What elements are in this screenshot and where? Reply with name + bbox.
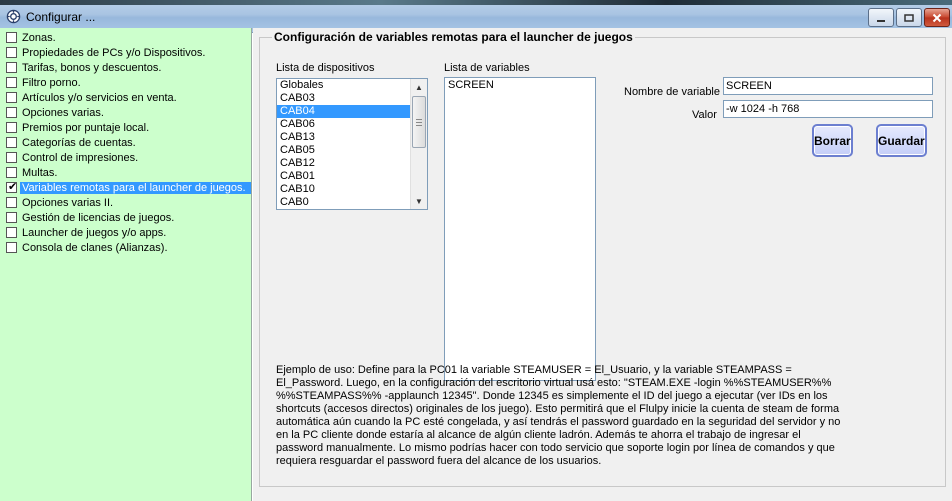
sidebar-item-label: Propiedades de PCs y/o Dispositivos. [22,46,206,59]
sidebar-item-clanes[interactable]: Consola de clanes (Alianzas). [0,240,251,255]
list-item[interactable]: CAB0 [277,196,411,209]
list-item[interactable]: CAB12 [277,157,411,170]
checkbox[interactable] [6,77,17,88]
sidebar-item-opciones[interactable]: Opciones varias. [0,105,251,120]
checkbox[interactable]: ✔ [6,181,18,193]
sidebar-item-premios[interactable]: Premios por puntaje local. [0,120,251,135]
scroll-up-icon[interactable]: ▲ [411,79,427,95]
checkbox[interactable] [6,227,17,238]
sidebar-item-label: Categorías de cuentas. [22,136,136,149]
variables-label: Lista de variables [444,62,530,74]
sidebar-item-label: Artículos y/o servicios en venta. [22,91,177,104]
devices-listbox[interactable]: Globales CAB03 CAB04 CAB06 CAB13 CAB05 C… [276,78,428,210]
checkbox[interactable] [6,32,17,43]
checkbox[interactable] [6,122,17,133]
sidebar-item-label: Filtro porno. [22,76,81,89]
list-item[interactable]: CAB04 [277,105,411,118]
sidebar-item-launcher[interactable]: Launcher de juegos y/o apps. [0,225,251,240]
checkbox[interactable] [6,62,17,73]
sidebar-item-label: Gestión de licencias de juegos. [22,211,175,224]
minimize-icon [877,19,885,22]
checkbox[interactable] [6,212,17,223]
check-icon: ✔ [8,181,18,193]
minimize-button[interactable] [868,8,894,27]
restore-icon [904,13,914,22]
checkbox[interactable] [6,47,17,58]
scroll-down-icon[interactable]: ▼ [411,193,427,209]
remote-variables-group: Configuración de variables remotas para … [259,30,946,487]
variable-name-input[interactable]: SCREEN [723,77,933,95]
list-item[interactable]: Globales [277,79,411,92]
group-title: Configuración de variables remotas para … [272,30,635,44]
sidebar-item-label: Multas. [22,166,58,179]
list-item[interactable]: CAB06 [277,118,411,131]
checkbox[interactable] [6,152,17,163]
sidebar-item-label: Variables remotas para el launcher de ju… [20,181,251,194]
checkbox[interactable] [6,92,17,103]
checkbox[interactable] [6,197,17,208]
sidebar-item-categorias[interactable]: Categorías de cuentas. [0,135,251,150]
list-item[interactable]: CAB05 [277,144,411,157]
devices-scrollbar[interactable]: ▲ ▼ [410,79,427,209]
sidebar-item-label: Opciones varias II. [22,196,114,209]
list-item[interactable]: CAB13 [277,131,411,144]
config-panel: Configuración de variables remotas para … [253,28,952,501]
list-item[interactable]: CAB03 [277,92,411,105]
sidebar-item-label: Zonas. [22,31,56,44]
sidebar-item-impresiones[interactable]: Control de impresiones. [0,150,251,165]
sidebar-item-label: Control de impresiones. [22,151,139,164]
delete-button[interactable]: Borrar [812,124,853,157]
sidebar-item-tarifas[interactable]: Tarifas, bonos y descuentos. [0,60,251,75]
sidebar: Zonas. Propiedades de PCs y/o Dispositiv… [0,28,252,501]
scroll-thumb[interactable] [412,96,426,148]
window-title: Configurar ... [26,10,96,24]
usage-help-text: Ejemplo de uso: Define para la PC01 la v… [276,364,841,467]
sidebar-item-label: Consola de clanes (Alianzas). [22,241,168,254]
sidebar-item-label: Tarifas, bonos y descuentos. [22,61,162,74]
sidebar-item-opciones-ii[interactable]: Opciones varias II. [0,195,251,210]
sidebar-item-articulos[interactable]: Artículos y/o servicios en venta. [0,90,251,105]
sidebar-item-label: Opciones varias. [22,106,104,119]
checkbox[interactable] [6,137,17,148]
checkbox[interactable] [6,107,17,118]
variable-value-input[interactable]: -w 1024 -h 768 [723,100,933,118]
checkbox[interactable] [6,167,17,178]
close-button[interactable] [924,8,950,27]
list-item[interactable]: CAB10 [277,183,411,196]
close-icon [932,13,942,22]
desktop-strip [0,0,952,5]
devices-label: Lista de dispositivos [276,62,375,74]
sidebar-item-variables-remotas[interactable]: ✔ Variables remotas para el launcher de j… [0,180,251,195]
maximize-button[interactable] [896,8,922,27]
list-item[interactable]: CAB01 [277,170,411,183]
devices-list: Globales CAB03 CAB04 CAB06 CAB13 CAB05 C… [277,79,411,209]
checkbox[interactable] [6,242,17,253]
sidebar-item-zonas[interactable]: Zonas. [0,30,251,45]
grip-icon [416,118,422,126]
sidebar-item-multas[interactable]: Multas. [0,165,251,180]
variables-listbox[interactable]: SCREEN [444,77,596,381]
gear-icon [6,9,21,24]
sidebar-item-propiedades[interactable]: Propiedades de PCs y/o Dispositivos. [0,45,251,60]
sidebar-item-label: Launcher de juegos y/o apps. [22,226,167,239]
sidebar-item-label: Premios por puntaje local. [22,121,150,134]
sidebar-item-filtro[interactable]: Filtro porno. [0,75,251,90]
variable-value-label: Valor [692,109,717,121]
variable-name-label: Nombre de variable [624,86,720,98]
sidebar-item-licencias[interactable]: Gestión de licencias de juegos. [0,210,251,225]
list-item[interactable]: SCREEN [445,78,595,92]
save-button[interactable]: Guardar [876,124,927,157]
